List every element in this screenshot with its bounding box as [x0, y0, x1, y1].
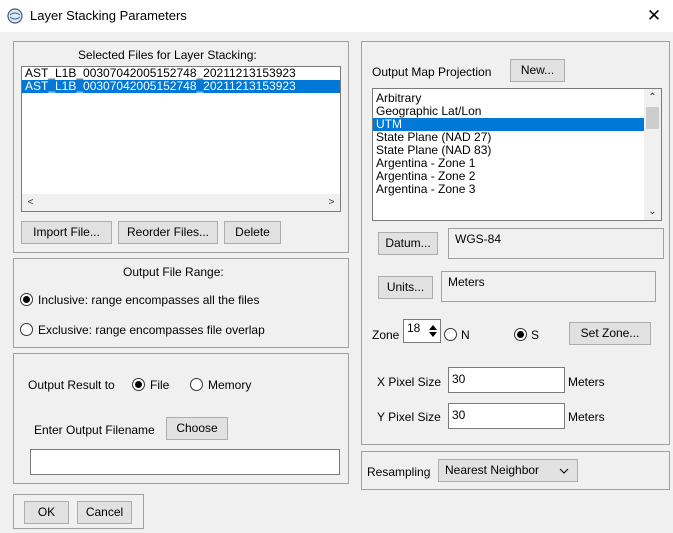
app-icon	[7, 8, 23, 24]
y-pixel-size-label: Y Pixel Size	[377, 410, 441, 424]
scroll-left-icon[interactable]: <	[22, 194, 39, 211]
chevron-down-icon	[559, 468, 569, 474]
import-file-button[interactable]: Import File...	[21, 221, 112, 244]
datum-value: WGS-84	[448, 228, 664, 259]
scroll-right-icon[interactable]: >	[323, 194, 340, 211]
memory-radio[interactable]	[190, 378, 203, 391]
exclusive-label: Exclusive: range encompasses file overla…	[38, 323, 265, 337]
resampling-select[interactable]: Nearest Neighbor	[438, 459, 578, 482]
resampling-group: Resampling Nearest Neighbor	[361, 451, 670, 490]
selected-files-heading: Selected Files for Layer Stacking:	[78, 48, 257, 62]
selected-files-list[interactable]: AST_L1B_00307042005152748_20211213153923…	[21, 66, 341, 212]
resampling-value: Nearest Neighbor	[445, 463, 540, 477]
zone-spinner-icon[interactable]	[428, 324, 438, 338]
scroll-up-icon[interactable]: ⌃	[644, 89, 661, 106]
list-item[interactable]: Geographic Lat/Lon	[373, 105, 661, 118]
scroll-down-icon[interactable]: ⌄	[644, 203, 661, 220]
cancel-button[interactable]: Cancel	[77, 501, 132, 524]
north-radio[interactable]	[444, 328, 457, 341]
output-filename-input[interactable]	[30, 449, 340, 475]
inclusive-radio[interactable]	[20, 293, 33, 306]
scroll-thumb[interactable]	[646, 107, 659, 129]
units-button[interactable]: Units...	[378, 276, 433, 299]
choose-button[interactable]: Choose	[166, 417, 228, 440]
new-projection-button[interactable]: New...	[510, 59, 565, 82]
horizontal-scrollbar[interactable]: < >	[22, 194, 340, 211]
output-group: Output Result to File Memory Enter Outpu…	[13, 353, 349, 484]
resampling-label: Resampling	[367, 465, 431, 479]
output-range-heading: Output File Range:	[123, 265, 224, 279]
window-title: Layer Stacking Parameters	[30, 8, 187, 23]
projection-heading: Output Map Projection	[372, 65, 492, 79]
zone-input[interactable]: 18	[403, 319, 441, 343]
list-item[interactable]: Argentina - Zone 3	[373, 183, 661, 196]
zone-value: 18	[407, 321, 421, 335]
output-result-label: Output Result to	[28, 378, 115, 392]
delete-button[interactable]: Delete	[224, 221, 281, 244]
inclusive-label: Inclusive: range encompasses all the fil…	[38, 293, 260, 307]
vertical-scrollbar[interactable]: ⌃ ⌄	[644, 89, 661, 220]
x-pixel-units: Meters	[568, 375, 605, 389]
footer-group: OK Cancel	[13, 494, 144, 529]
output-filename-label: Enter Output Filename	[34, 423, 155, 437]
reorder-files-button[interactable]: Reorder Files...	[118, 221, 218, 244]
output-range-group: Output File Range: Inclusive: range enco…	[13, 258, 349, 348]
south-label: S	[531, 328, 540, 342]
projection-group: Output Map Projection New... Arbitrary G…	[361, 41, 670, 445]
list-item[interactable]: AST_L1B_00307042005152748_20211213153923	[22, 80, 340, 93]
y-pixel-units: Meters	[568, 410, 605, 424]
x-pixel-size-label: X Pixel Size	[377, 375, 442, 389]
zone-label: Zone	[372, 328, 400, 342]
title-bar: Layer Stacking Parameters ✕	[0, 0, 673, 32]
units-value: Meters	[441, 271, 656, 302]
x-pixel-size-input[interactable]: 30	[448, 367, 565, 393]
set-zone-button[interactable]: Set Zone...	[569, 322, 651, 345]
projection-list[interactable]: Arbitrary Geographic Lat/Lon UTM State P…	[372, 88, 662, 221]
file-label: File	[150, 378, 170, 392]
ok-button[interactable]: OK	[24, 501, 69, 524]
south-radio[interactable]	[514, 328, 527, 341]
close-icon[interactable]: ✕	[641, 3, 667, 29]
memory-label: Memory	[208, 378, 252, 392]
file-radio[interactable]	[132, 378, 145, 391]
exclusive-radio[interactable]	[20, 323, 33, 336]
datum-button[interactable]: Datum...	[378, 232, 438, 255]
north-label: N	[461, 328, 470, 342]
y-pixel-size-input[interactable]: 30	[448, 403, 565, 429]
selected-files-group: Selected Files for Layer Stacking: AST_L…	[13, 41, 349, 253]
